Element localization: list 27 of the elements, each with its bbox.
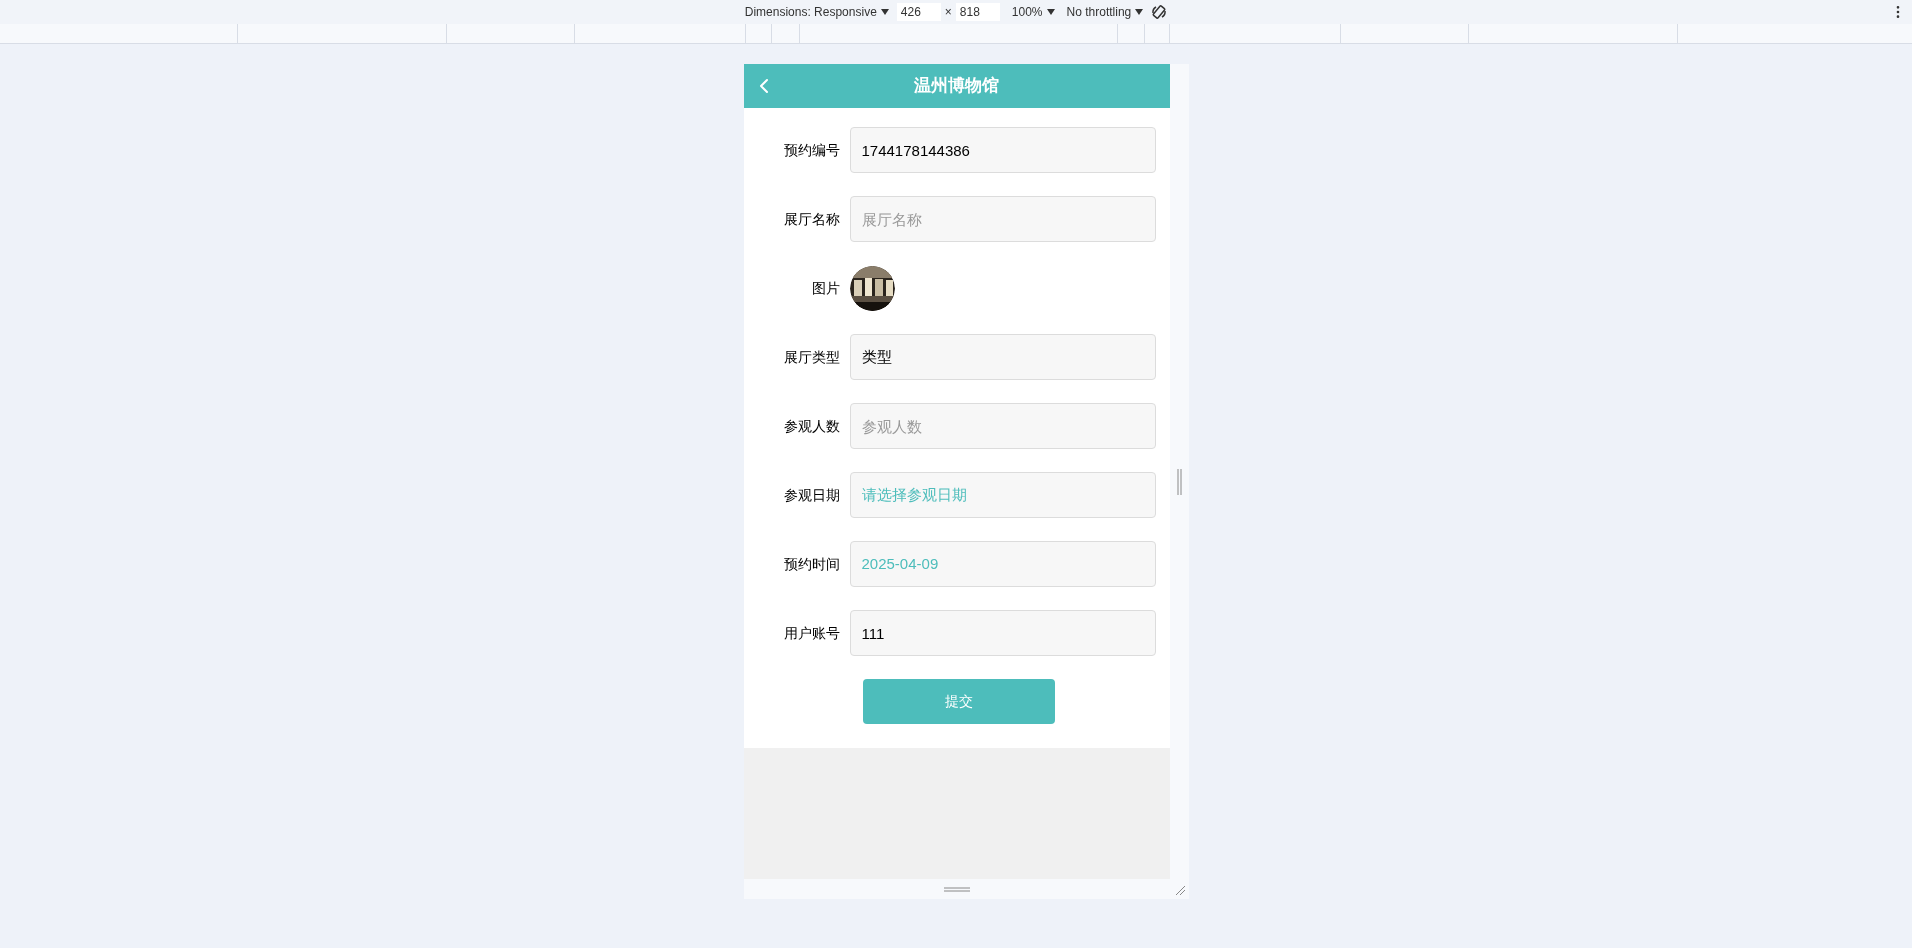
field-label: 预约时间: [783, 554, 840, 574]
field-label: 参观日期: [783, 485, 840, 505]
dimensions-dropdown[interactable]: Dimensions: Responsive: [744, 3, 889, 21]
field-label: 图片: [811, 278, 840, 298]
times-sign: ×: [944, 4, 952, 21]
field-label: 预约编号: [783, 140, 840, 160]
drag-handle-icon[interactable]: [1176, 468, 1182, 495]
page-title: 温州博物馆: [914, 75, 999, 98]
input-field[interactable]: 1744178144386: [849, 127, 1156, 173]
caret-icon: [880, 9, 889, 15]
input-field[interactable]: 111: [849, 610, 1156, 656]
field-label: 展厅类型: [783, 347, 840, 367]
input-field[interactable]: 类型: [849, 334, 1156, 380]
width-field[interactable]: 426: [896, 3, 941, 21]
field-label: 用户账号: [783, 623, 840, 643]
height-field[interactable]: 818: [955, 3, 1000, 21]
field-label: 参观人数: [783, 416, 840, 436]
rotate-icon[interactable]: [1151, 4, 1168, 20]
field-label: 展厅名称: [783, 209, 840, 229]
throttling-dropdown[interactable]: No throttling: [1066, 3, 1144, 21]
caret-icon: [1046, 9, 1055, 15]
drag-handle-icon[interactable]: [943, 886, 970, 892]
input-field[interactable]: 参观人数: [849, 403, 1156, 449]
caret-icon: [1135, 9, 1144, 15]
input-field[interactable]: 展厅名称: [849, 196, 1156, 242]
zoom-dropdown[interactable]: 100%: [1011, 3, 1055, 21]
corner-resize-icon[interactable]: [1174, 885, 1185, 895]
